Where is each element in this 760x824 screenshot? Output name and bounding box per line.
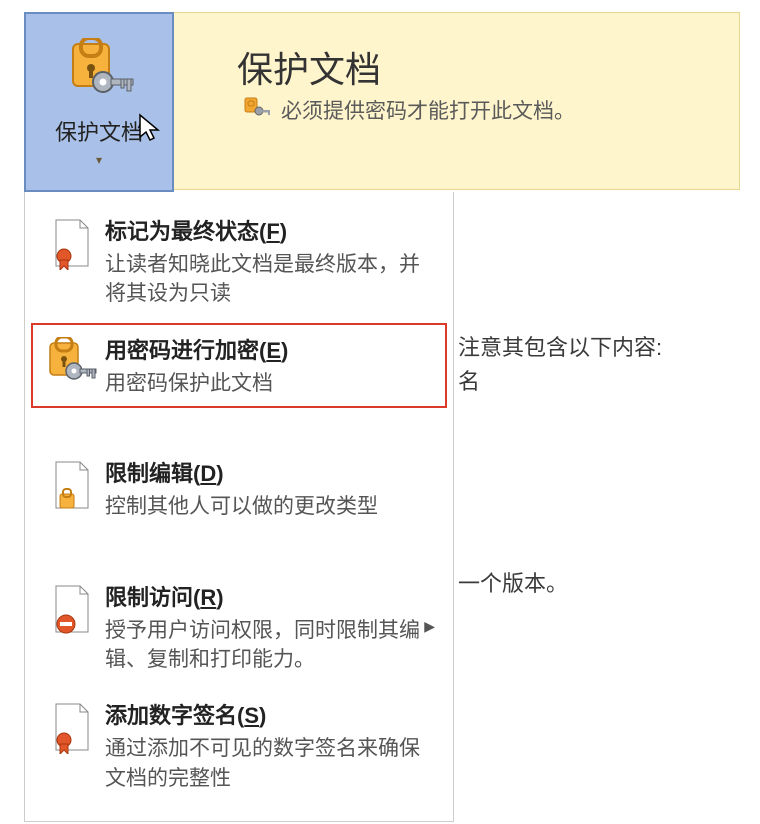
doc-lock-icon xyxy=(43,460,101,512)
chevron-right-icon: ▶ xyxy=(424,618,435,635)
menu-title: 限制访问(R) xyxy=(105,580,420,612)
menu-desc: 让读者知晓此文档是最终版本，并将其设为只读 xyxy=(105,250,435,309)
protect-button-label: 保护文档 xyxy=(55,115,143,147)
doc-noentry-icon xyxy=(43,584,101,636)
protect-dropdown-menu: 标记为最终状态(F) 让读者知晓此文档是最终版本，并将其设为只读 用密码进行加密… xyxy=(24,192,454,822)
protect-title: 保护文档 xyxy=(237,41,381,93)
menu-item-restrict-access[interactable]: 限制访问(R) 授予用户访问权限，同时限制其编辑、复制和打印能力。 ▶ xyxy=(31,570,447,685)
menu-item-mark-final[interactable]: 标记为最终状态(F) 让读者知晓此文档是最终版本，并将其设为只读 xyxy=(31,204,447,319)
chevron-down-icon: ▾ xyxy=(96,153,102,167)
menu-title: 限制编辑(D) xyxy=(105,456,435,488)
doc-ribbon-icon xyxy=(43,218,101,270)
protect-document-button[interactable]: 保护文档 ▾ xyxy=(24,12,174,192)
menu-item-encrypt-password[interactable]: 用密码进行加密(E) 用密码保护此文档 xyxy=(31,323,447,408)
menu-title: 用密码进行加密(E) xyxy=(105,333,435,365)
menu-desc: 通过添加不可见的数字签名来确保文档的完整性 xyxy=(105,734,435,793)
lock-key-icon xyxy=(43,337,101,385)
cursor-icon xyxy=(138,113,164,148)
protect-desc-row: 必须提供密码才能打开此文档。 xyxy=(243,95,575,125)
menu-title: 添加数字签名(S) xyxy=(105,698,435,730)
bg-text-line3: 一个版本。 xyxy=(458,566,568,598)
bg-text-line2: 名 xyxy=(458,364,480,396)
menu-desc: 控制其他人可以做的更改类型 xyxy=(105,492,435,521)
lock-key-icon xyxy=(243,97,271,124)
protect-desc-text: 必须提供密码才能打开此文档。 xyxy=(281,95,575,125)
menu-item-restrict-editing[interactable]: 限制编辑(D) 控制其他人可以做的更改类型 xyxy=(31,446,447,531)
doc-ribbon-icon xyxy=(43,702,101,754)
menu-desc: 用密码保护此文档 xyxy=(105,369,435,398)
menu-title: 标记为最终状态(F) xyxy=(105,214,435,246)
menu-item-digital-signature[interactable]: 添加数字签名(S) 通过添加不可见的数字签名来确保文档的完整性 xyxy=(31,688,447,803)
menu-desc: 授予用户访问权限，同时限制其编辑、复制和打印能力。 xyxy=(105,616,420,675)
lock-key-icon xyxy=(63,38,135,107)
bg-text-line1: 注意其包含以下内容: xyxy=(458,330,662,362)
